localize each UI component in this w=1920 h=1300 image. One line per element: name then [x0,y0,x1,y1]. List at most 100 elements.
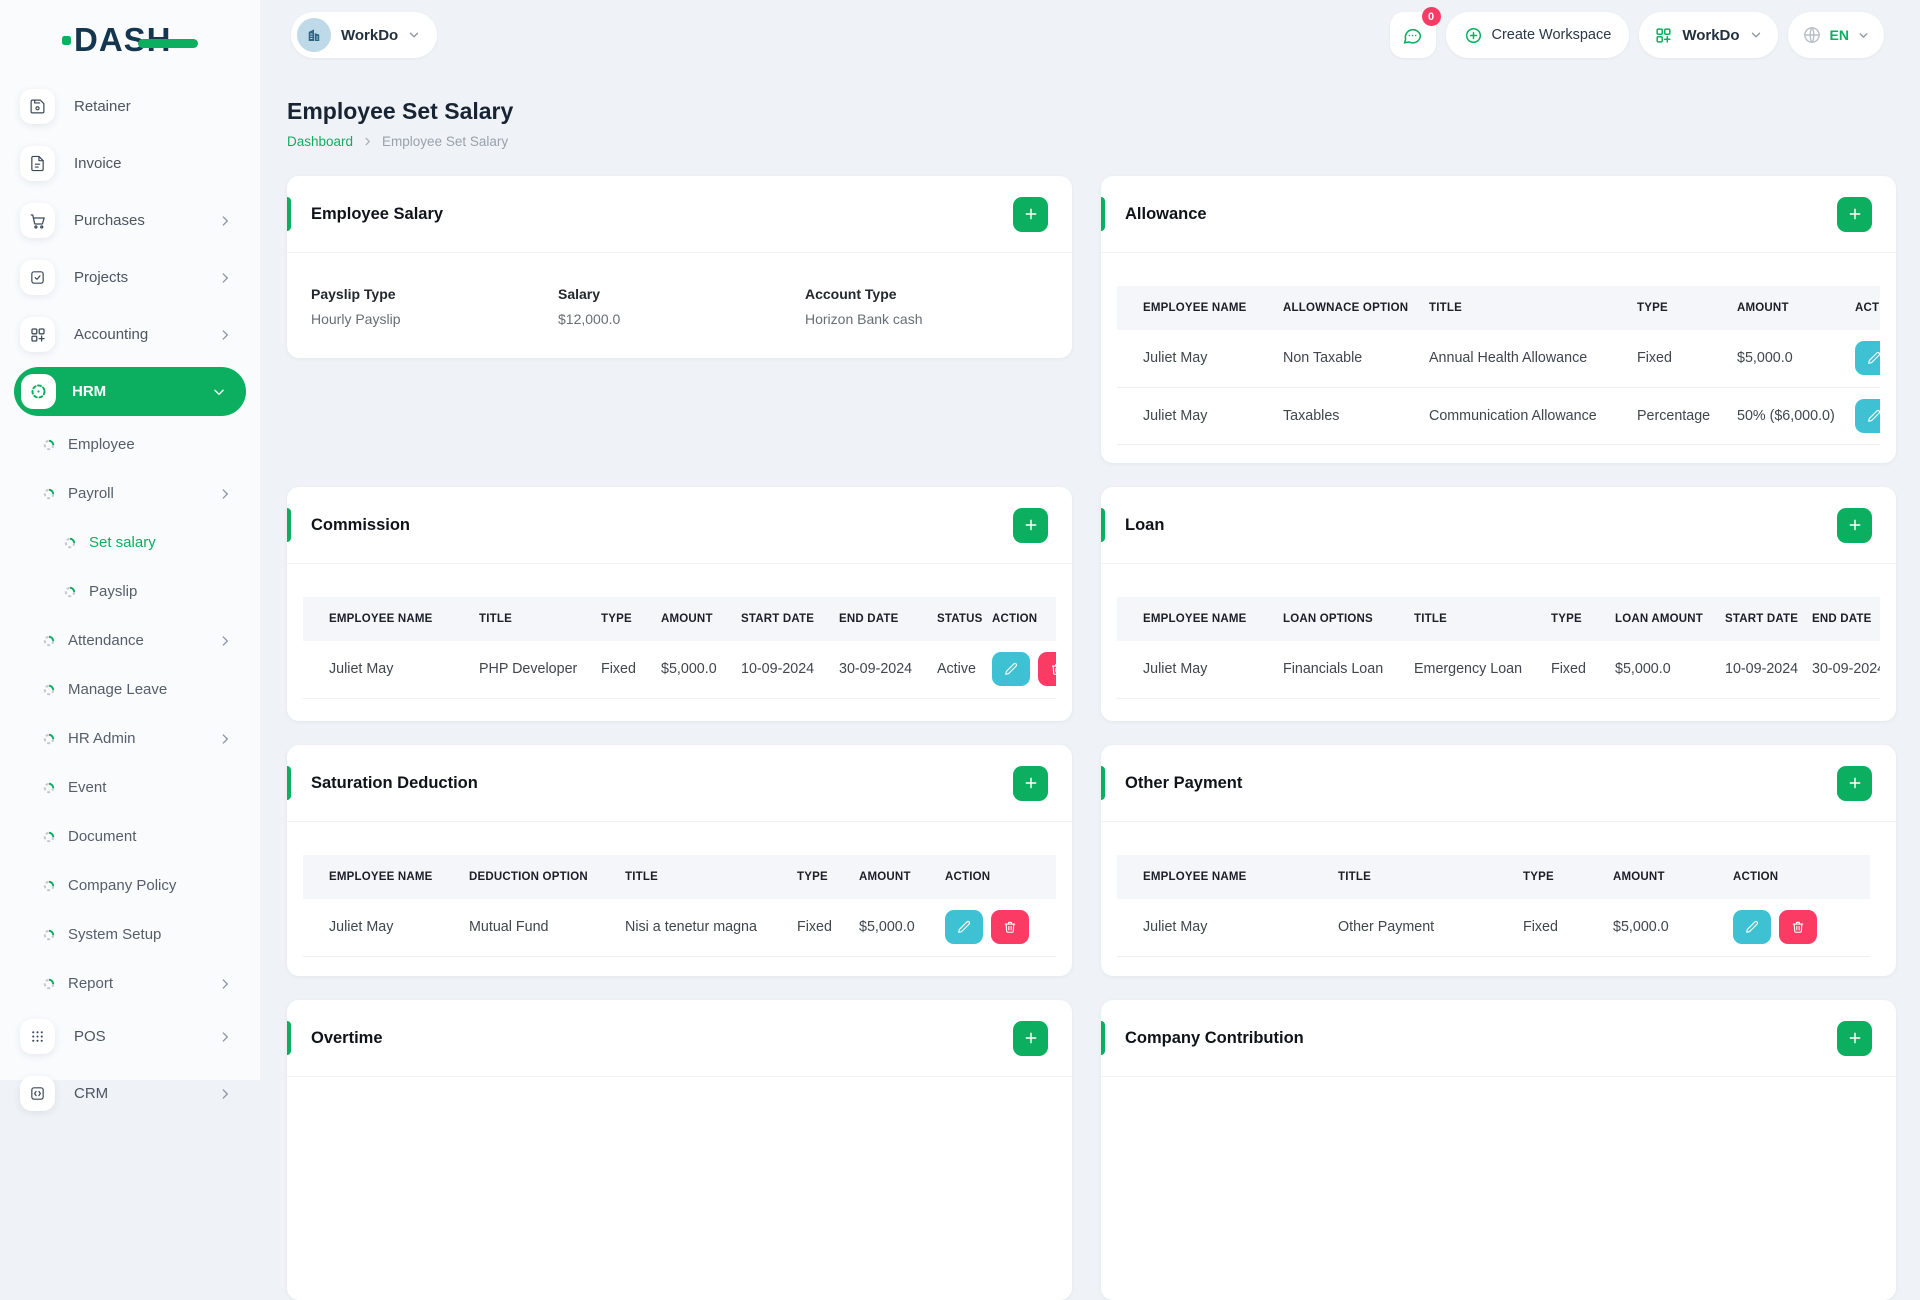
app-menu-button[interactable]: WorkDo [1639,12,1778,58]
allowance-card: Allowance EMPLOYEE NAME ALLOWNACE OPTION T… [1101,176,1896,463]
sidebar-item-report[interactable]: Report [0,959,260,1008]
table-row: Juliet May Taxables Communication Allowanc… [1117,387,1880,444]
table-cell: $5,000.0 [1737,350,1793,367]
edit-button[interactable] [1855,341,1880,376]
sidebar-item-hrm[interactable]: HRM [14,367,246,416]
add-saturation-deduction-button[interactable] [1013,765,1048,801]
topbar-actions: 0 Create Workspace WorkDo EN [1389,7,1884,58]
hrm-icon [21,374,56,409]
other-payment-card: Other Payment EMPLOYEE NAME TITLE TYPE AMOU… [1101,745,1896,976]
edit-button[interactable] [992,652,1030,687]
delete-button[interactable] [1779,910,1817,945]
column-header: ACTION [1733,871,1779,883]
edit-button[interactable] [1733,910,1771,945]
app-logo[interactable]: DASH [62,20,198,60]
sidebar-item-pos[interactable]: POS [0,1008,260,1065]
add-salary-button[interactable] [1013,196,1048,232]
table-cell: 50% ($6,000.0) [1737,407,1835,424]
sidebar-item-payroll[interactable]: Payroll [0,469,260,518]
sidebar-item-label: Invoice [74,155,122,172]
table-cell: Taxables [1283,407,1340,424]
sidebar: DASH Retainer Invoice Purchases Projects Acc… [0,0,260,1111]
delete-button[interactable] [1038,652,1056,687]
sidebar-item-projects[interactable]: Projects [0,249,260,306]
pencil-icon [1005,663,1018,676]
sidebar-item-hr-admin[interactable]: HR Admin [0,714,260,763]
table-header-row: EMPLOYEE NAME TITLE TYPE AMOUNT ACTION [1117,855,1870,899]
sidebar-item-payslip[interactable]: Payslip [0,567,260,616]
submenu-bullet-icon [43,880,55,891]
sidebar-item-label: Attendance [68,632,144,649]
card-header: Allowance [1101,176,1896,253]
sidebar-item-invoice[interactable]: Invoice [0,135,260,192]
purchases-icon [20,203,55,238]
field-value: Hourly Payslip [311,311,401,327]
pencil-icon [1868,409,1880,422]
sidebar-item-retainer[interactable]: Retainer [0,78,260,135]
logo-accent-dot [62,35,71,45]
message-count-badge: 0 [1421,7,1441,26]
sidebar-item-accounting[interactable]: Accounting [0,306,260,363]
sidebar-item-system-setup[interactable]: System Setup [0,910,260,959]
delete-button[interactable] [991,910,1029,945]
chevron-right-icon [222,733,229,744]
card-header: Saturation Deduction [287,745,1072,822]
table-cell: Fixed [1551,661,1586,678]
submenu-bullet-icon [64,537,76,548]
sidebar-item-event[interactable]: Event [0,763,260,812]
workspace-switcher[interactable]: WorkDo [291,12,438,58]
messages-button[interactable]: 0 [1389,7,1441,58]
sidebar-item-crm[interactable]: CRM [0,1065,260,1122]
add-other-payment-button[interactable] [1837,765,1872,801]
chevron-down-icon [410,32,419,38]
sidebar-item-document[interactable]: Document [0,812,260,861]
table-cell: Juliet May [1143,350,1208,367]
edit-button[interactable] [945,910,983,945]
sidebar-item-manage-leave[interactable]: Manage Leave [0,665,260,714]
table-cell: Communication Allowance [1429,407,1597,424]
sidebar-item-employee[interactable]: Employee [0,420,260,469]
submenu-bullet-icon [43,635,55,646]
plus-icon [1025,208,1036,220]
allowance-data-table: EMPLOYEE NAME ALLOWNACE OPTION TITLE TYPE AM… [1117,286,1880,445]
table-row: Juliet May Other Payment Fixed $5,000.0 [1117,899,1870,956]
sidebar-item-set-salary[interactable]: Set salary [0,518,260,567]
table-cell: Active [937,661,976,678]
commission-card: Commission EMPLOYEE NAME TITLE TYPE AMOUNT S… [287,487,1072,721]
column-header: EMPLOYEE NAME [329,613,433,625]
column-header: TITLE [479,613,512,625]
create-workspace-button[interactable]: Create Workspace [1445,12,1630,58]
plus-icon [1849,777,1860,789]
overtime-card: Overtime [287,1000,1072,1300]
field-salary: Salary $12,000.0 [558,286,805,327]
table-row: Juliet May PHP Developer Fixed $5,000.0 10-0… [303,641,1056,698]
app-menu-label: WorkDo [1682,26,1740,44]
language-selector[interactable]: EN [1787,12,1884,58]
add-allowance-button[interactable] [1837,196,1872,232]
field-value: Horizon Bank cash [805,311,923,327]
card-title: Saturation Deduction [311,773,478,792]
breadcrumb-dashboard-link[interactable]: Dashboard [287,134,353,149]
pencil-icon [1746,921,1759,934]
sidebar-item-purchases[interactable]: Purchases [0,192,260,249]
add-commission-button[interactable] [1013,507,1048,543]
sidebar-item-attendance[interactable]: Attendance [0,616,260,665]
table-cell: Juliet May [1143,661,1208,678]
add-loan-button[interactable] [1837,507,1872,543]
field-label: Salary [558,286,601,302]
sidebar-item-label: Retainer [74,98,131,115]
table-header-row: EMPLOYEE NAME DEDUCTION OPTION TITLE TYPE AM… [303,855,1056,899]
table-actions-cell [1829,387,1880,444]
create-workspace-label: Create Workspace [1491,27,1612,43]
field-label: Payslip Type [311,286,396,302]
add-company-contribution-button[interactable] [1837,1020,1872,1056]
sidebar-item-label: Employee [68,436,135,453]
add-overtime-button[interactable] [1013,1020,1048,1056]
globe-icon [1803,26,1820,44]
card-header: Loan [1101,487,1896,564]
card-title: Other Payment [1125,773,1243,792]
trash-icon [1792,922,1804,934]
edit-button[interactable] [1855,398,1880,433]
table-cell: $5,000.0 [859,919,915,936]
sidebar-item-company-policy[interactable]: Company Policy [0,861,260,910]
